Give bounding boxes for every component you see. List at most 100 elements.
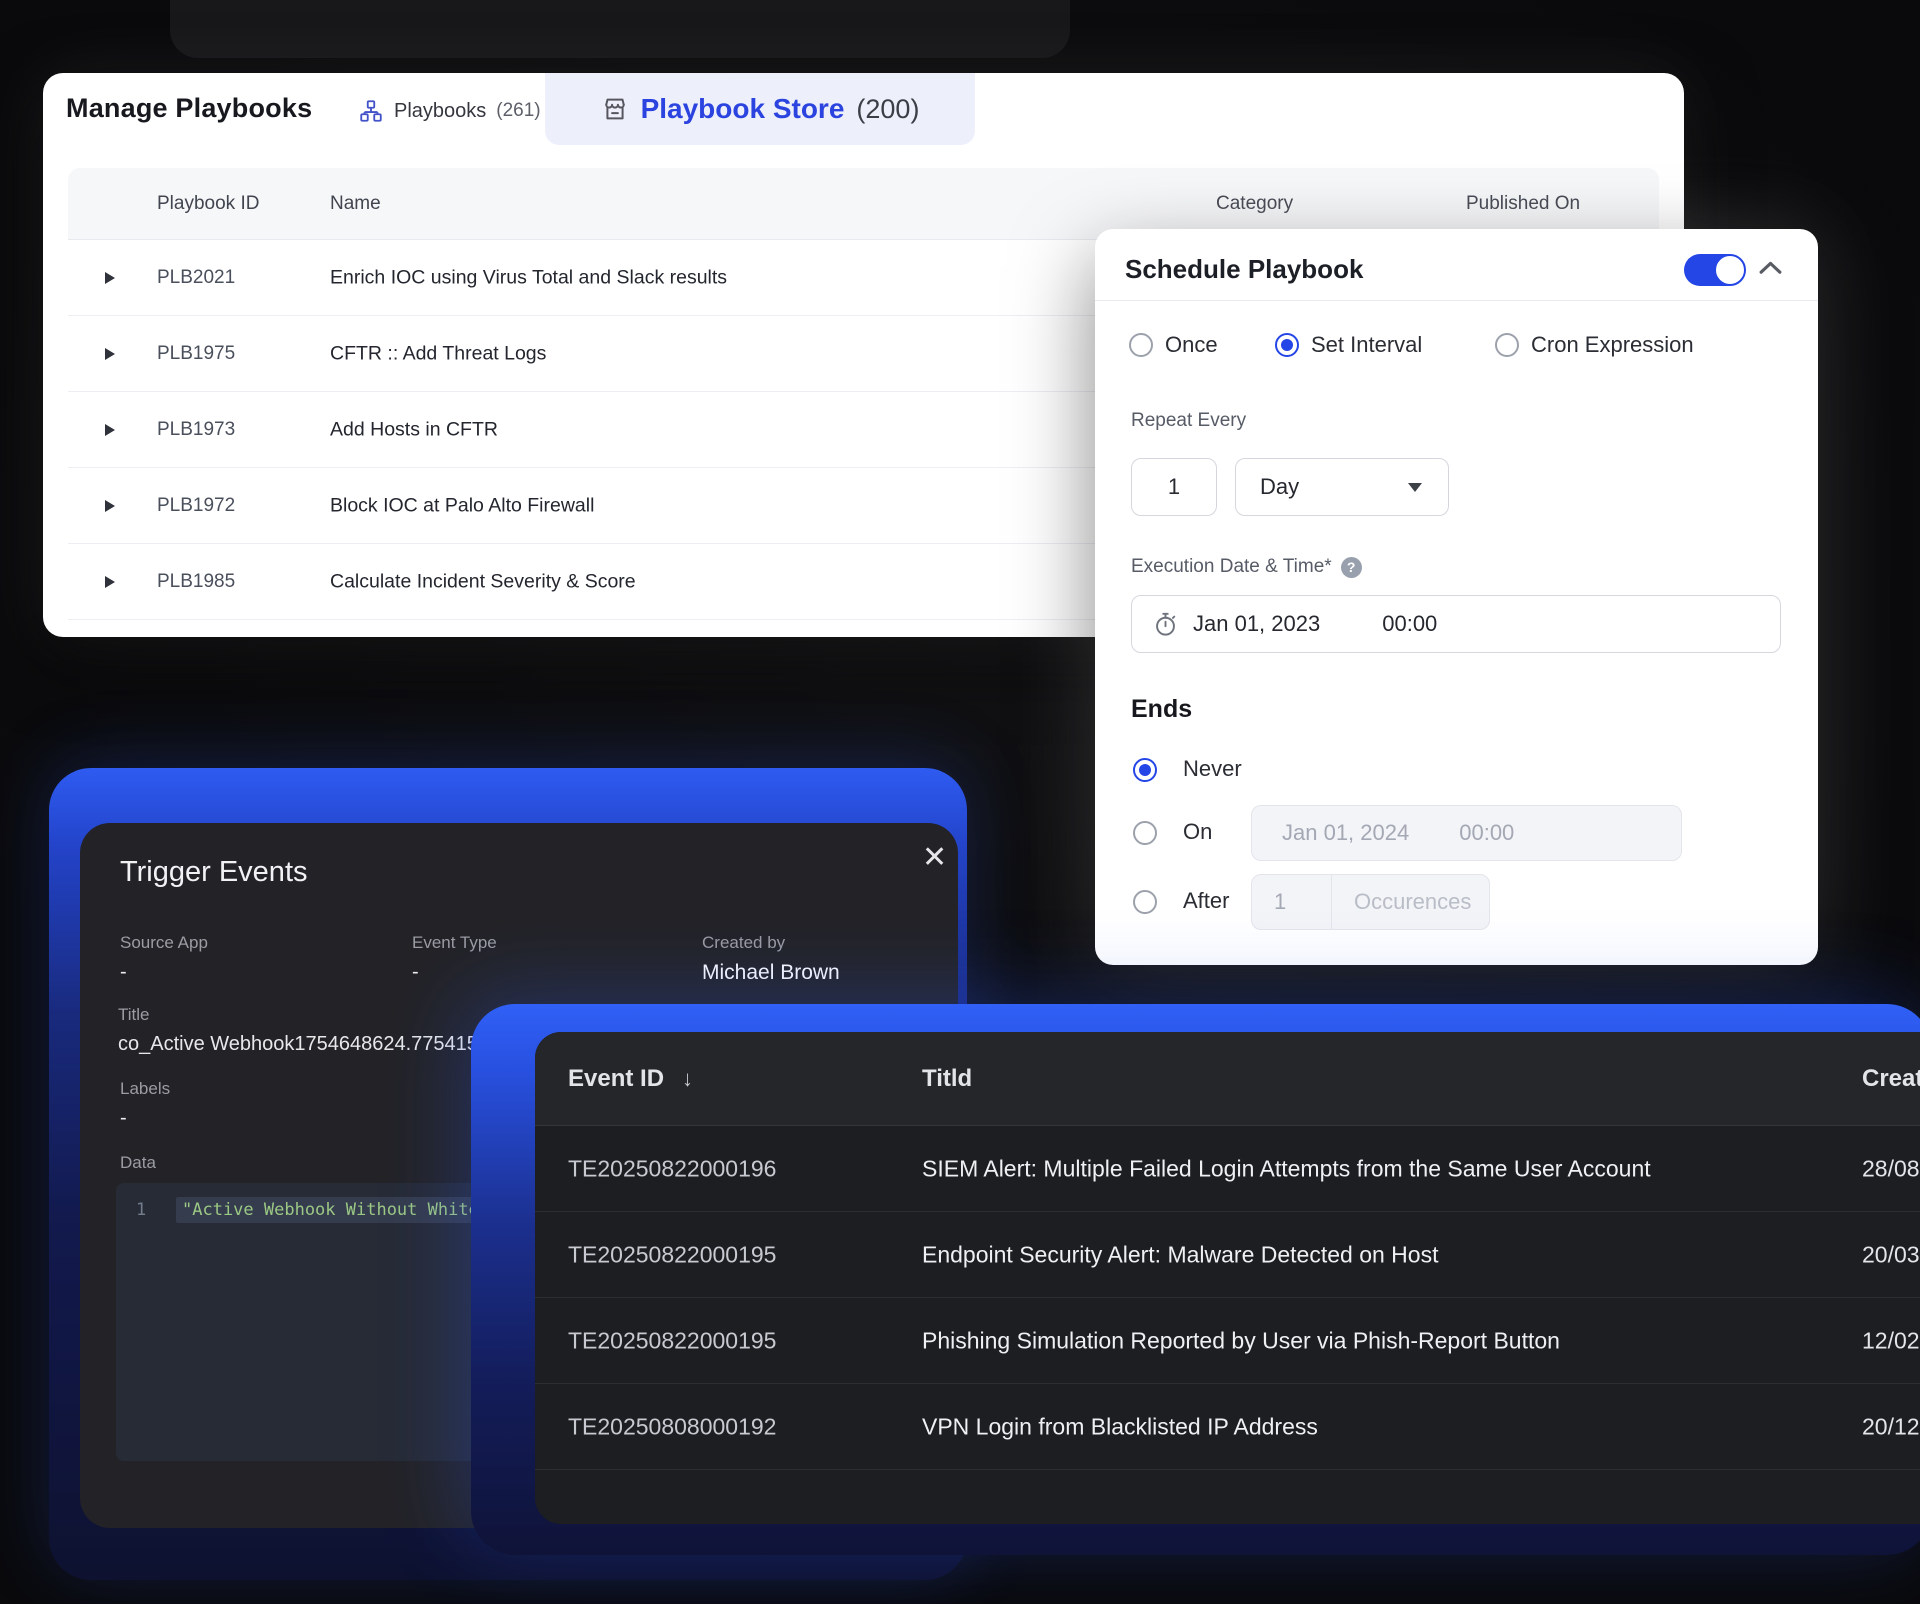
ends-on-time: 00:00 (1459, 820, 1514, 846)
event-created: 28/08 (1862, 1155, 1920, 1182)
radio-set-interval[interactable]: Set Interval (1275, 331, 1422, 359)
expand-caret-icon[interactable] (105, 576, 115, 588)
background-card (170, 0, 1070, 58)
repeat-unit-select[interactable]: Day (1235, 458, 1449, 516)
radio-icon (1495, 333, 1519, 357)
field-data: Data (120, 1153, 156, 1173)
expand-caret-icon[interactable] (105, 424, 115, 436)
occurrences-count-input[interactable]: 1 (1252, 875, 1332, 929)
event-row[interactable]: TE20250808000192 VPN Login from Blacklis… (535, 1384, 1920, 1470)
trigger-events-title: Trigger Events (120, 856, 308, 889)
radio-selected-icon (1275, 333, 1299, 357)
field-value: - (412, 961, 497, 984)
radio-after-label: After (1183, 888, 1229, 914)
event-id: TE20250822000196 (568, 1155, 776, 1182)
execution-datetime-label: Execution Date & Time* ? (1131, 556, 1362, 578)
column-playbook-id: Playbook ID (157, 193, 259, 215)
events-table-header: Event ID ↓ Titld Creat (535, 1032, 1920, 1126)
playbook-id: PLB1972 (157, 495, 235, 517)
radio-label: Once (1165, 332, 1218, 358)
column-name: Name (330, 193, 381, 215)
event-row[interactable]: TE20250822000195 Phishing Simulation Rep… (535, 1298, 1920, 1384)
radio-on[interactable] (1133, 821, 1157, 845)
field-label: Event Type (412, 933, 497, 953)
expand-caret-icon[interactable] (105, 500, 115, 512)
toggle-knob-icon (1714, 254, 1746, 286)
radio-never-label: Never (1183, 756, 1242, 782)
playbook-name: Add Hosts in CFTR (330, 418, 498, 441)
expand-caret-icon[interactable] (105, 348, 115, 360)
events-table-panel: Event ID ↓ Titld Creat TE20250822000196 … (535, 1032, 1920, 1524)
event-id: TE20250822000195 (568, 1241, 776, 1268)
field-value: co_Active Webhook1754648624.7754157 (118, 1033, 489, 1056)
schedule-playbook-panel: Schedule Playbook Once Set Interval Cron… (1095, 229, 1818, 965)
event-row[interactable]: TE20250822000195 Endpoint Security Alert… (535, 1212, 1920, 1298)
expand-caret-icon[interactable] (105, 272, 115, 284)
event-id: TE20250822000195 (568, 1327, 776, 1354)
radio-label: Set Interval (1311, 332, 1422, 358)
execution-date: Jan 01, 2023 (1193, 611, 1320, 637)
playbook-name: CFTR :: Add Threat Logs (330, 342, 546, 365)
event-created: 20/12 (1862, 1413, 1920, 1440)
field-event-type: Event Type - (412, 933, 497, 984)
event-created: 20/03 (1862, 1241, 1920, 1268)
playbook-id: PLB1973 (157, 419, 235, 441)
field-value: Michael Brown (702, 961, 840, 985)
tab-playbooks-count: (261) (496, 100, 540, 122)
event-created: 12/02 (1862, 1327, 1920, 1354)
stopwatch-icon (1152, 611, 1179, 638)
event-title: SIEM Alert: Multiple Failed Login Attemp… (922, 1155, 1651, 1182)
sitemap-icon (358, 98, 384, 124)
tab-playbooks[interactable]: Playbooks (261) (358, 89, 541, 133)
event-title: Phishing Simulation Reported by User via… (922, 1327, 1560, 1354)
repeat-count-input[interactable]: 1 (1131, 458, 1217, 516)
event-row[interactable]: TE20250822000196 SIEM Alert: Multiple Fa… (535, 1126, 1920, 1212)
column-published-on: Published On (1466, 193, 1580, 215)
dropdown-caret-icon (1408, 483, 1422, 492)
field-source-app: Source App - (120, 933, 208, 984)
column-created: Creat (1862, 1065, 1920, 1093)
repeat-every-label: Repeat Every (1131, 410, 1246, 432)
radio-cron-expression[interactable]: Cron Expression (1495, 331, 1694, 359)
field-value: - (120, 1107, 170, 1130)
help-icon[interactable]: ? (1341, 557, 1362, 578)
ends-on-date: Jan 01, 2024 (1282, 820, 1409, 846)
radio-icon (1129, 333, 1153, 357)
field-title: Title co_Active Webhook1754648624.775415… (118, 1005, 489, 1056)
chevron-up-icon[interactable] (1758, 260, 1783, 280)
schedule-playbook-title: Schedule Playbook (1125, 254, 1363, 285)
radio-label: Cron Expression (1531, 332, 1694, 358)
execution-time: 00:00 (1382, 611, 1437, 637)
line-number: 1 (136, 1200, 162, 1220)
column-title: Titld (922, 1065, 972, 1093)
playbook-name: Calculate Incident Severity & Score (330, 570, 636, 593)
playbook-id: PLB1975 (157, 343, 235, 365)
ends-after-input-group[interactable]: 1 Occurences (1251, 874, 1490, 930)
close-icon[interactable]: ✕ (922, 843, 947, 873)
column-event-id-label: Event ID (568, 1065, 664, 1093)
radio-never[interactable] (1133, 758, 1157, 782)
page-title: Manage Playbooks (66, 93, 312, 124)
field-value: - (120, 961, 208, 984)
execution-datetime-input[interactable]: Jan 01, 2023 00:00 (1131, 595, 1781, 653)
playbook-name: Enrich IOC using Virus Total and Slack r… (330, 266, 727, 289)
field-label: Data (120, 1153, 156, 1173)
event-title: VPN Login from Blacklisted IP Address (922, 1413, 1318, 1440)
radio-after[interactable] (1133, 890, 1157, 914)
field-labels: Labels - (120, 1079, 170, 1130)
field-label: Created by (702, 933, 840, 953)
sort-desc-icon[interactable]: ↓ (682, 1066, 693, 1092)
schedule-toggle[interactable] (1684, 254, 1744, 286)
radio-once[interactable]: Once (1129, 331, 1218, 359)
page-canvas: Manage Playbooks Playbooks (261) Playboo… (0, 0, 1920, 1604)
repeat-unit-value: Day (1260, 474, 1299, 500)
ends-on-datetime-input[interactable]: Jan 01, 2024 00:00 (1251, 805, 1682, 861)
field-label: Title (118, 1005, 489, 1025)
playbook-id: PLB2021 (157, 267, 235, 289)
tab-playbook-store[interactable]: Playbook Store (200) (545, 73, 975, 145)
event-id: TE20250808000192 (568, 1413, 776, 1440)
playbook-id: PLB1985 (157, 571, 235, 593)
ends-heading: Ends (1131, 695, 1192, 724)
column-event-id[interactable]: Event ID ↓ (568, 1065, 693, 1093)
event-title: Endpoint Security Alert: Malware Detecte… (922, 1241, 1438, 1268)
